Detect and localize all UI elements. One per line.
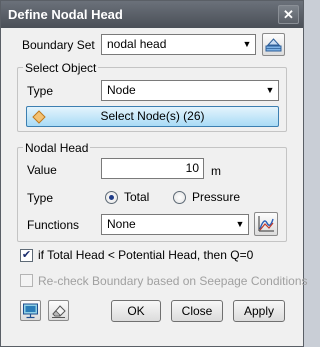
- eraser-button[interactable]: [48, 300, 69, 321]
- close-button[interactable]: Close: [171, 300, 223, 322]
- recheck-checkbox[interactable]: [20, 274, 33, 287]
- dialog-window: Define Nodal Head ✕ Boundary Set nodal h…: [0, 0, 308, 347]
- function-graph-icon: [258, 216, 274, 232]
- radio-pressure-label: Pressure: [192, 190, 241, 204]
- functions-label: Functions: [27, 218, 80, 232]
- title-bar: Define Nodal Head ✕: [1, 1, 303, 28]
- nodal-head-title: Nodal Head: [23, 141, 91, 155]
- radio-total[interactable]: [105, 191, 118, 204]
- object-type-label: Type: [27, 84, 54, 98]
- dialog-title: Define Nodal Head: [8, 7, 123, 22]
- eraser-icon: [52, 305, 66, 318]
- head-value-input[interactable]: 10: [101, 158, 204, 179]
- boundary-set-combo[interactable]: nodal head ▼: [101, 34, 256, 55]
- function-editor-button[interactable]: [254, 212, 278, 236]
- close-window-button[interactable]: ✕: [278, 5, 299, 24]
- apply-button[interactable]: Apply: [233, 300, 285, 322]
- object-type-combo[interactable]: Node ▼: [101, 80, 279, 101]
- total-head-check-label: if Total Head < Potential Head, then Q=0: [38, 248, 254, 262]
- boundary-set-value: nodal head: [107, 37, 167, 51]
- boundary-manager-icon: [265, 38, 282, 52]
- object-type-value: Node: [107, 83, 136, 97]
- functions-combo[interactable]: None ▼: [101, 214, 249, 235]
- radio-total-label: Total: [124, 190, 150, 204]
- chevron-down-icon: ▼: [235, 219, 245, 229]
- value-label: Value: [27, 163, 57, 177]
- display-icon: [23, 303, 38, 319]
- functions-value: None: [107, 217, 136, 231]
- chevron-down-icon: ▼: [242, 39, 252, 49]
- diamond-node-icon: [32, 110, 46, 124]
- boundary-manager-button[interactable]: [262, 33, 285, 56]
- display-button[interactable]: [20, 300, 41, 321]
- boundary-set-label: Boundary Set: [22, 38, 95, 52]
- head-type-label: Type: [27, 191, 54, 205]
- select-nodes-button[interactable]: Select Node(s) (26): [26, 106, 279, 127]
- recheck-label: Re-check Boundary based on Seepage Condi…: [38, 274, 308, 288]
- total-head-checkbox[interactable]: ✔: [20, 249, 33, 262]
- chevron-down-icon: ▼: [265, 85, 275, 95]
- select-object-title: Select Object: [23, 61, 99, 75]
- unit-label: m: [211, 164, 221, 178]
- ok-button[interactable]: OK: [111, 300, 161, 322]
- select-nodes-label: Select Node(s) (26): [100, 109, 205, 123]
- radio-pressure[interactable]: [173, 191, 186, 204]
